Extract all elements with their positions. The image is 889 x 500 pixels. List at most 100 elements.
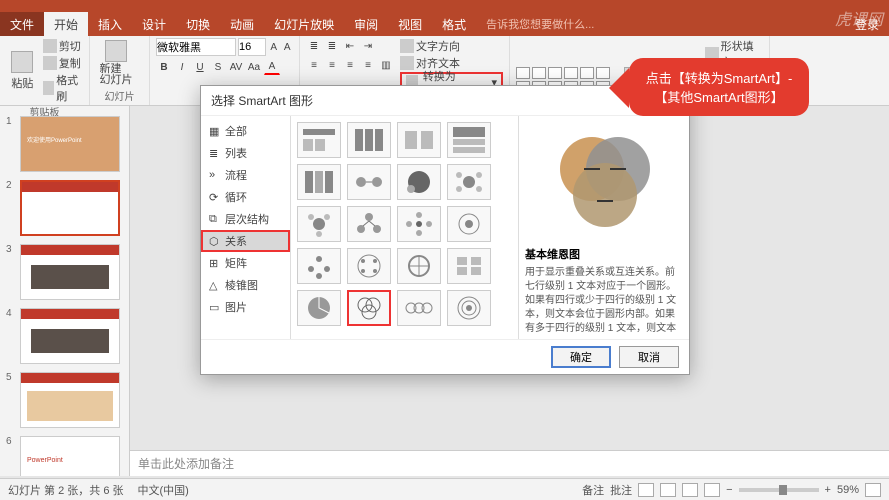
category-list[interactable]: ≣列表 [201, 142, 290, 164]
layout-option[interactable] [347, 122, 391, 158]
layout-option[interactable] [397, 164, 441, 200]
underline-button[interactable]: U [192, 59, 208, 75]
category-picture[interactable]: ▭图片 [201, 296, 290, 318]
increase-indent-button[interactable]: ⇥ [360, 38, 376, 54]
layout-option[interactable] [347, 248, 391, 284]
layout-option[interactable] [297, 290, 341, 326]
layout-option[interactable] [447, 248, 491, 284]
thumbnail-6[interactable]: 6PowerPoint [0, 432, 129, 476]
comments-toggle[interactable]: 批注 [610, 482, 632, 498]
font-size-combo[interactable] [238, 38, 266, 56]
thumbnail-3[interactable]: 3 [0, 240, 129, 304]
layout-option[interactable] [297, 122, 341, 158]
tree-icon: ⧉ [209, 213, 221, 225]
bullets-button[interactable]: ≣ [306, 38, 322, 54]
justify-button[interactable]: ≡ [360, 57, 376, 73]
shadow-button[interactable]: AV [228, 59, 244, 75]
fit-window-button[interactable] [865, 483, 881, 497]
thumbnail-2[interactable]: 2 [0, 176, 129, 240]
category-pyramid[interactable]: △棱锥图 [201, 274, 290, 296]
layout-option[interactable] [397, 122, 441, 158]
ribbon-tabs: 文件 开始 插入 设计 切换 动画 幻灯片放映 审阅 视图 格式 告诉我您想要做… [0, 12, 889, 36]
layout-option-basic-venn[interactable] [347, 290, 391, 326]
tab-insert[interactable]: 插入 [88, 12, 132, 36]
zoom-level[interactable]: 59% [837, 484, 859, 496]
layout-option[interactable] [397, 290, 441, 326]
layout-option[interactable] [347, 164, 391, 200]
new-slide-button[interactable]: 新建 幻灯片 [96, 38, 136, 88]
category-cycle[interactable]: ⟳循环 [201, 186, 290, 208]
thumbnail-1[interactable]: 1欢迎使用PowerPoint [0, 112, 129, 176]
preview-image [525, 122, 683, 242]
tab-review[interactable]: 审阅 [344, 12, 388, 36]
layout-option[interactable] [397, 248, 441, 284]
font-color-button[interactable]: A [264, 59, 280, 75]
thumbnail-4[interactable]: 4 [0, 304, 129, 368]
notes-toggle[interactable]: 备注 [582, 482, 604, 498]
align-left-button[interactable]: ≡ [306, 57, 322, 73]
decrease-font-icon[interactable]: A [282, 39, 294, 55]
align-center-button[interactable]: ≡ [324, 57, 340, 73]
notes-pane[interactable]: 单击此处添加备注 [130, 450, 889, 476]
layout-option[interactable] [297, 248, 341, 284]
text-direction-button[interactable]: 文字方向 [400, 38, 503, 54]
category-matrix[interactable]: ⊞矩阵 [201, 252, 290, 274]
layout-option[interactable] [397, 206, 441, 242]
category-process[interactable]: »流程 [201, 164, 290, 186]
cut-button[interactable]: 剪切 [43, 38, 83, 54]
char-spacing-button[interactable]: Aa [246, 59, 262, 75]
reading-view-button[interactable] [682, 483, 698, 497]
columns-button[interactable]: ▥ [378, 57, 394, 73]
tab-home[interactable]: 开始 [44, 12, 88, 36]
tab-format[interactable]: 格式 [432, 12, 476, 36]
tab-design[interactable]: 设计 [132, 12, 176, 36]
cancel-button[interactable]: 取消 [619, 346, 679, 368]
zoom-in-button[interactable]: + [825, 484, 831, 496]
layout-option[interactable] [447, 122, 491, 158]
increase-font-icon[interactable]: A [268, 39, 280, 55]
category-hierarchy[interactable]: ⧉层次结构 [201, 208, 290, 230]
format-painter-button[interactable]: 格式刷 [43, 72, 83, 104]
normal-view-button[interactable] [638, 483, 654, 497]
zoom-slider[interactable] [739, 488, 819, 492]
category-all[interactable]: ▦全部 [201, 120, 290, 142]
category-relationship[interactable]: ⬡关系 [201, 230, 290, 252]
ok-button[interactable]: 确定 [551, 346, 611, 368]
titlebar [0, 0, 889, 12]
align-right-button[interactable]: ≡ [342, 57, 358, 73]
font-family-combo[interactable] [156, 38, 236, 56]
slideshow-view-button[interactable] [704, 483, 720, 497]
layout-option[interactable] [447, 290, 491, 326]
layout-option[interactable] [447, 206, 491, 242]
thumbnail-5[interactable]: 5 [0, 368, 129, 432]
tab-transitions[interactable]: 切换 [176, 12, 220, 36]
text-direction-icon [400, 39, 414, 53]
decrease-indent-button[interactable]: ⇤ [342, 38, 358, 54]
tab-file[interactable]: 文件 [0, 12, 44, 36]
numbering-button[interactable]: ≣ [324, 38, 340, 54]
italic-button[interactable]: I [174, 59, 190, 75]
preview-title: 基本维恩图 [525, 246, 683, 262]
layout-option[interactable] [297, 206, 341, 242]
strikethrough-button[interactable]: S [210, 59, 226, 75]
preview-panel: 基本维恩图 用于显示重叠关系或互连关系。前七行级别 1 文本对应于一个圆形。如果… [519, 116, 689, 339]
copy-button[interactable]: 复制 [43, 55, 83, 71]
arrow-icon: » [209, 169, 221, 181]
layout-option[interactable] [297, 164, 341, 200]
relationship-icon: ⬡ [209, 235, 221, 247]
tab-view[interactable]: 视图 [388, 12, 432, 36]
smartart-dialog: 选择 SmartArt 图形 ▦全部 ≣列表 »流程 ⟳循环 ⧉层次结构 ⬡关系… [200, 85, 690, 375]
tell-me-search[interactable]: 告诉我您想要做什么... [476, 12, 604, 36]
tab-animations[interactable]: 动画 [220, 12, 264, 36]
sorter-view-button[interactable] [660, 483, 676, 497]
layout-option[interactable] [447, 164, 491, 200]
pyramid-icon: △ [209, 279, 221, 291]
language-indicator[interactable]: 中文(中国) [138, 482, 189, 498]
paste-button[interactable]: 粘贴 [6, 38, 39, 104]
layout-option[interactable] [347, 206, 391, 242]
align-text-icon [400, 56, 414, 70]
zoom-out-button[interactable]: − [726, 484, 732, 496]
bold-button[interactable]: B [156, 59, 172, 75]
dialog-footer: 确定 取消 [201, 339, 689, 374]
tab-slideshow[interactable]: 幻灯片放映 [264, 12, 344, 36]
